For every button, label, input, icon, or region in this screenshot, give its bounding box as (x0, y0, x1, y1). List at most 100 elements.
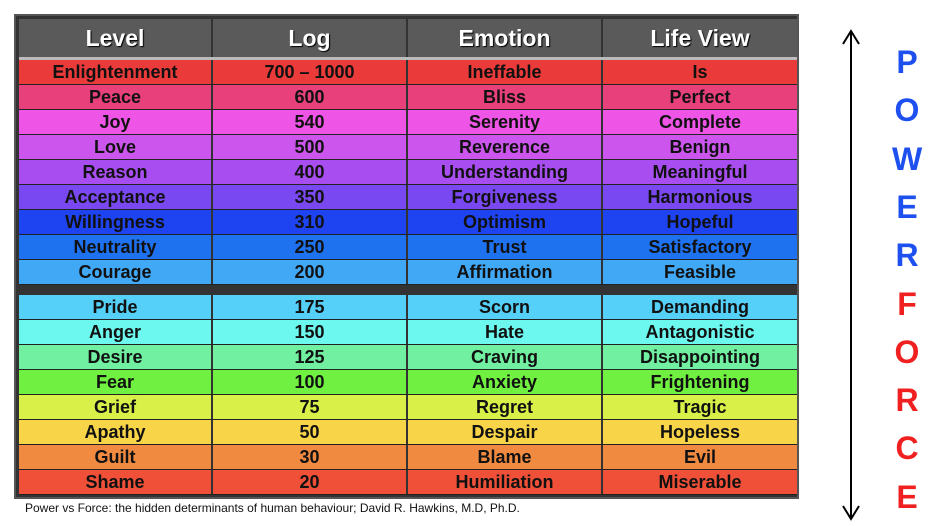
table-row: Anger 150 Hate Antagonistic (19, 320, 797, 345)
life-view-cell: Evil (683, 447, 717, 467)
emotion-cell: Hate (408, 320, 603, 344)
life-view-cell: Benign (669, 137, 731, 157)
life-view-cell: Demanding (650, 297, 749, 317)
level-cell: Peace (19, 85, 213, 109)
level-cell: Grief (19, 395, 213, 419)
life-view-cell: Frightening (650, 372, 750, 392)
emotion-cell: Affirmation (408, 260, 603, 284)
table-row: Joy 540 Serenity Complete (19, 110, 797, 135)
log-cell: 30 (213, 445, 408, 469)
header-life-view: Life View (650, 25, 750, 51)
level-cell: Desire (19, 345, 213, 369)
force-letter: C (895, 430, 919, 467)
log-cell: 175 (213, 295, 408, 319)
life-view-cell: Miserable (658, 472, 742, 492)
log-cell: 700 – 1000 (213, 60, 408, 84)
table-row: Shame 20 Humiliation Miserable (19, 470, 797, 495)
table-row: Acceptance 350 Forgiveness Harmonious (19, 185, 797, 210)
level-cell: Neutrality (19, 235, 213, 259)
log-cell: 400 (213, 160, 408, 184)
life-view-cell: Harmonious (647, 187, 753, 207)
force-letter: O (894, 333, 920, 370)
power-section: Enlightenment 700 – 1000 Ineffable Is Peace 6… (19, 60, 797, 285)
source-caption: Power vs Force: the hidden determinants … (25, 501, 520, 515)
log-cell: 500 (213, 135, 408, 159)
life-view-cell: Hopeless (659, 422, 741, 442)
log-cell: 600 (213, 85, 408, 109)
force-letter: F (897, 285, 917, 322)
level-cell: Shame (19, 470, 213, 494)
log-cell: 20 (213, 470, 408, 494)
emotion-cell: Anxiety (408, 370, 603, 394)
life-view-cell: Meaningful (652, 162, 748, 182)
emotion-cell: Reverence (408, 135, 603, 159)
table-row: Apathy 50 Despair Hopeless (19, 420, 797, 445)
log-cell: 125 (213, 345, 408, 369)
emotion-cell: Bliss (408, 85, 603, 109)
log-cell: 100 (213, 370, 408, 394)
life-view-cell: Antagonistic (645, 322, 755, 342)
emotion-cell: Regret (408, 395, 603, 419)
table-row: Guilt 30 Blame Evil (19, 445, 797, 470)
level-cell: Enlightenment (19, 60, 213, 84)
table-row: Enlightenment 700 – 1000 Ineffable Is (19, 60, 797, 85)
emotion-cell: Optimism (408, 210, 603, 234)
force-letter: R (895, 382, 919, 419)
table-row: Neutrality 250 Trust Satisfactory (19, 235, 797, 260)
table-row: Grief 75 Regret Tragic (19, 395, 797, 420)
level-cell: Fear (19, 370, 213, 394)
levels-table: Level Log Emotion Life View Enlightenmen… (14, 14, 799, 499)
emotion-cell: Serenity (408, 110, 603, 134)
power-letter: R (895, 237, 919, 274)
force-section: Pride 175 Scorn Demanding Anger 150 Hate Antago… (19, 295, 797, 495)
log-cell: 350 (213, 185, 408, 209)
double-arrow-icon (842, 29, 860, 521)
level-cell: Anger (19, 320, 213, 344)
life-view-cell: Disappointing (640, 347, 760, 367)
power-letter: P (896, 44, 918, 80)
emotion-cell: Ineffable (408, 60, 603, 84)
table-row: Pride 175 Scorn Demanding (19, 295, 797, 320)
life-view-cell: Satisfactory (648, 237, 752, 257)
power-letter: O (894, 92, 920, 129)
log-cell: 250 (213, 235, 408, 259)
life-view-cell: Hopeful (666, 212, 734, 232)
table-row: Fear 100 Anxiety Frightening (19, 370, 797, 395)
emotion-cell: Blame (408, 445, 603, 469)
emotion-cell: Scorn (408, 295, 603, 319)
level-cell: Love (19, 135, 213, 159)
level-cell: Guilt (19, 445, 213, 469)
log-cell: 50 (213, 420, 408, 444)
log-cell: 75 (213, 395, 408, 419)
table-header: Level Log Emotion Life View (19, 19, 797, 60)
table-row: Willingness 310 Optimism Hopeful (19, 210, 797, 235)
emotion-cell: Despair (408, 420, 603, 444)
force-letter: E (896, 478, 918, 515)
emotion-cell: Understanding (408, 160, 603, 184)
life-view-cell: Tragic (673, 397, 727, 417)
power-letter: W (892, 140, 923, 177)
table-row: Reason 400 Understanding Meaningful (19, 160, 797, 185)
level-cell: Willingness (19, 210, 213, 234)
log-cell: 540 (213, 110, 408, 134)
life-view-cell: Complete (658, 112, 741, 132)
log-cell: 150 (213, 320, 408, 344)
level-cell: Reason (19, 160, 213, 184)
table-row: Love 500 Reverence Benign (19, 135, 797, 160)
header-log: Log (213, 19, 408, 57)
emotion-cell: Craving (408, 345, 603, 369)
life-view-cell: Feasible (663, 262, 737, 282)
table-row: Desire 125 Craving Disappointing (19, 345, 797, 370)
life-view-cell: Is (692, 62, 708, 82)
log-cell: 200 (213, 260, 408, 284)
level-cell: Acceptance (19, 185, 213, 209)
power-letter: E (896, 188, 918, 225)
level-cell: Pride (19, 295, 213, 319)
table-row: Courage 200 Affirmation Feasible (19, 260, 797, 285)
level-cell: Apathy (19, 420, 213, 444)
table-row: Peace 600 Bliss Perfect (19, 85, 797, 110)
level-cell: Joy (19, 110, 213, 134)
header-level: Level (19, 19, 213, 57)
emotion-cell: Humiliation (408, 470, 603, 494)
level-cell: Courage (19, 260, 213, 284)
